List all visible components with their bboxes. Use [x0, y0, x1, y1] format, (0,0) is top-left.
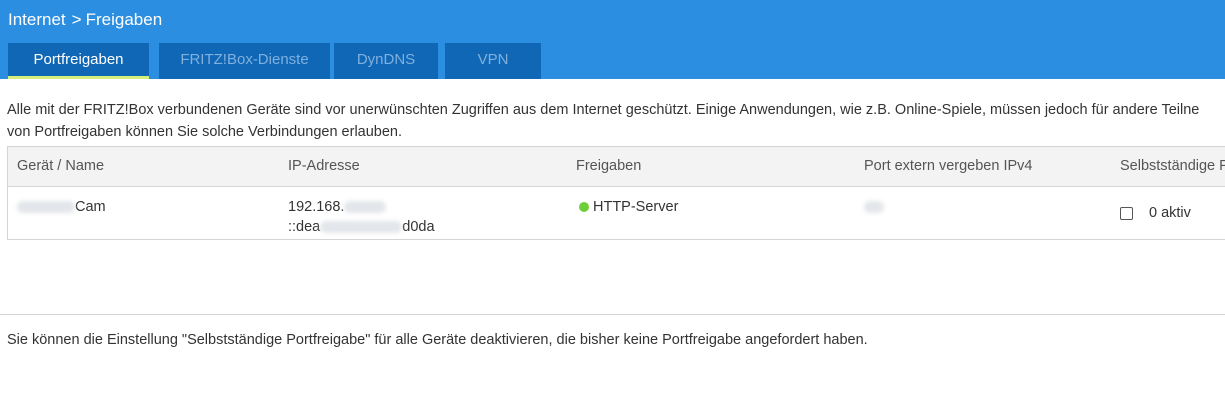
ipv4-prefix: 192.168. [288, 199, 345, 215]
intro-line-1: Alle mit der FRITZ!Box verbundenen Gerät… [7, 102, 1200, 118]
redacted-ipv4 [344, 201, 387, 214]
ipv4-address: 192.168. [288, 197, 387, 217]
status-dot-icon [579, 202, 589, 212]
divider [0, 314, 1225, 315]
breadcrumb-page: Freigaben [85, 10, 163, 29]
selbststaendig-checkbox[interactable] [1120, 207, 1133, 220]
column-header-port-extern: Port extern vergeben IPv4 [864, 158, 1033, 174]
tab-portfreigaben[interactable]: Portfreigaben [8, 43, 149, 79]
redacted-name [17, 201, 75, 214]
intro-text: Alle mit der FRITZ!Box verbundenen Gerät… [7, 99, 1225, 143]
column-header-selbststaendig: Selbstständige Po [1120, 158, 1225, 174]
selbststaendig-status: 0 aktiv [1149, 205, 1191, 221]
column-header-ip: IP-Adresse [288, 158, 360, 174]
breadcrumb: Internet > Freigaben [8, 10, 162, 30]
freigabe-entry[interactable]: HTTP-Server [579, 197, 678, 217]
header: Internet > Freigaben Portfreigaben FRITZ!B… [0, 0, 1225, 79]
portfreigaben-table: Gerät / Name IP-Adresse Freigaben Port e… [7, 146, 1225, 240]
freigabe-label: HTTP-Server [593, 199, 679, 215]
ipv6-prefix: ::dea [288, 219, 321, 235]
footer-hint: Sie können die Einstellung "Selbstständi… [7, 332, 868, 348]
tab-fritzbox-dienste[interactable]: FRITZ!Box-Dienste [159, 43, 330, 79]
tab-vpn[interactable]: VPN [445, 43, 541, 79]
device-name: Cam [17, 197, 106, 217]
table-header: Gerät / Name IP-Adresse Freigaben Port e… [8, 147, 1225, 187]
column-header-freigaben: Freigaben [576, 158, 642, 174]
tab-dyndns[interactable]: DynDNS [334, 43, 438, 79]
column-header-name: Gerät / Name [17, 158, 105, 174]
device-name-suffix: Cam [75, 199, 106, 215]
ipv6-suffix: d0da [402, 219, 435, 235]
ipv6-address: ::dea d0da [288, 217, 435, 237]
port-extern-value [864, 197, 884, 217]
redacted-ipv6 [320, 221, 403, 234]
redacted-port [864, 201, 884, 214]
breadcrumb-section[interactable]: Internet [8, 10, 66, 29]
chevron-right-icon: > [71, 10, 82, 29]
intro-line-2: von Portfreigaben können Sie solche Verb… [7, 124, 403, 140]
